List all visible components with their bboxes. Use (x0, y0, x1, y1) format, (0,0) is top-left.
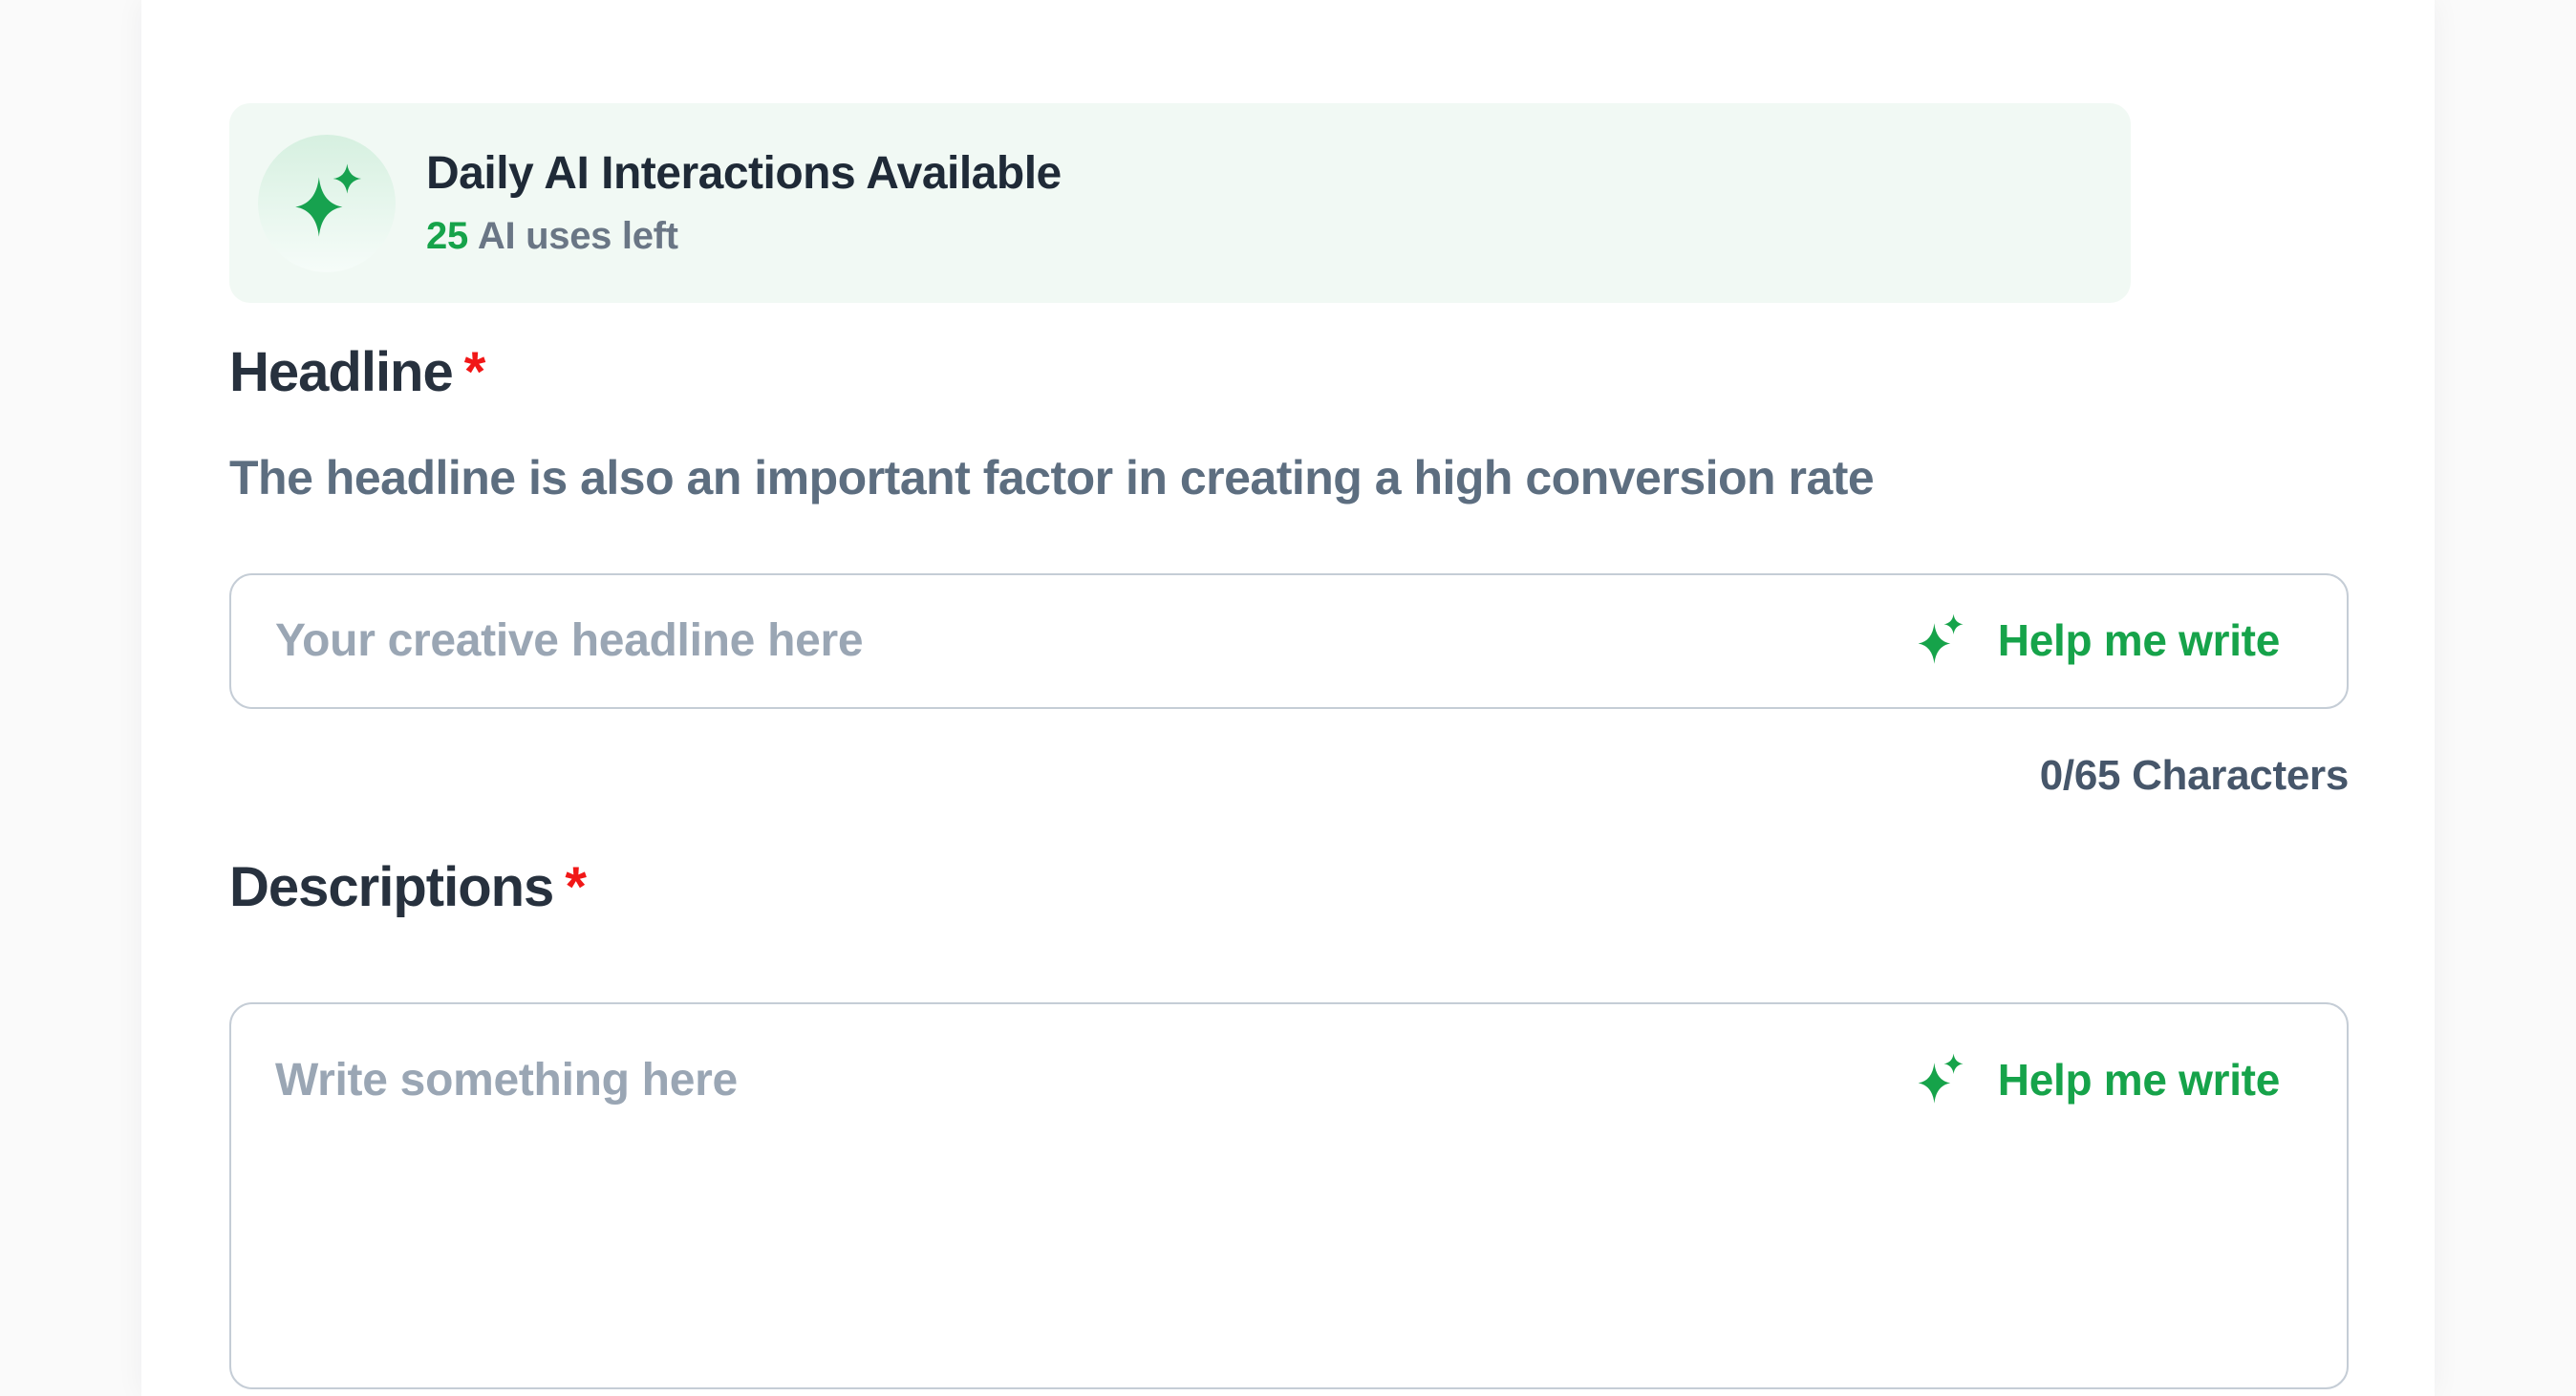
sparkles-icon (1914, 1052, 1965, 1108)
ai-banner-title: Daily AI Interactions Available (426, 149, 1062, 200)
headline-field: Help me write (229, 573, 2349, 709)
ai-uses-count: 25 (426, 215, 468, 257)
required-asterisk: * (565, 856, 586, 918)
descriptions-section-title: Descriptions* (229, 854, 2349, 921)
required-asterisk: * (464, 341, 485, 403)
descriptions-help-me-write-button[interactable]: Help me write (1914, 1052, 2280, 1108)
headline-subtitle: The headline is also an important factor… (229, 449, 2349, 506)
ai-badge (258, 135, 396, 272)
ai-banner-text: Daily AI Interactions Available 25AI use… (426, 149, 1062, 257)
sparkles-icon (289, 161, 365, 245)
headline-help-me-write-button[interactable]: Help me write (1914, 612, 2280, 669)
form-content: Daily AI Interactions Available 25AI use… (229, 103, 2349, 1389)
descriptions-field: Help me write (229, 1002, 2349, 1389)
headline-char-counter: 0/65 Characters (229, 751, 2349, 802)
headline-section-title: Headline* (229, 339, 2349, 406)
help-me-write-label: Help me write (1998, 616, 2280, 665)
sparkles-icon (1914, 612, 1965, 669)
help-me-write-label: Help me write (1998, 1056, 2280, 1105)
ai-banner-subtitle: 25AI uses left (426, 215, 1062, 257)
main-panel: Daily AI Interactions Available 25AI use… (141, 0, 2435, 1396)
ai-uses-label: AI uses left (478, 215, 678, 257)
descriptions-textarea[interactable] (275, 1052, 1914, 1339)
descriptions-label: Descriptions (229, 856, 553, 918)
ai-usage-banner: Daily AI Interactions Available 25AI use… (229, 103, 2131, 303)
headline-label: Headline (229, 341, 453, 403)
headline-input[interactable] (275, 612, 1914, 670)
